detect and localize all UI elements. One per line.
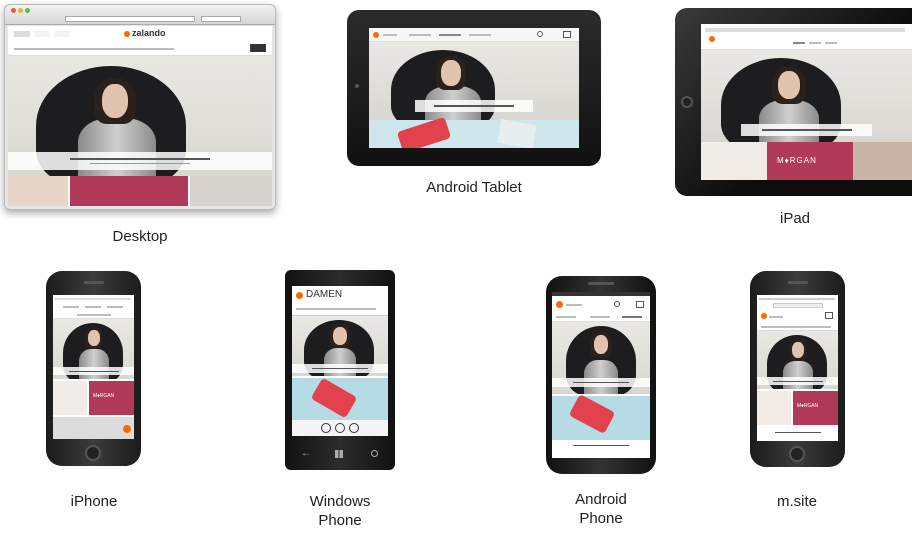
label-desktop: Desktop [112,228,168,245]
site-header [369,28,579,42]
windows-phone-device: DAMEN ← [285,270,395,470]
android-tablet-device [347,10,601,166]
back-arrow-icon[interactable]: ← [301,448,311,459]
label-msite: m.site [776,493,817,510]
promo-tile[interactable] [190,176,272,206]
search-icon[interactable] [537,31,543,37]
hero-image [8,56,272,176]
orange-dot-logo-icon [709,36,715,42]
camera-dot [355,84,359,88]
iphone-device: M♦RGAN [46,271,141,466]
desktop-device: zalando [4,4,276,210]
home-button-icon[interactable] [681,96,693,108]
android-phone-screen [552,292,650,458]
promo-tile[interactable] [853,142,912,180]
promo-tile[interactable]: M♦RGAN [767,142,853,180]
orange-dot-logo-icon [124,31,130,37]
msite-screen: M♦RGAN [757,295,838,441]
orange-dot-logo-icon [296,292,303,299]
browser-toolbar [5,5,275,25]
cart-icon[interactable] [636,301,644,308]
home-button-icon[interactable] [789,446,805,462]
orange-dot-logo-icon [123,425,131,433]
orange-dot-logo-icon [556,301,563,308]
hero-banner[interactable] [741,124,872,136]
label-android-tablet: Android Tablet [426,179,522,196]
label-android-phone-line1: Android [575,491,627,508]
app-bar-icon[interactable] [335,423,345,433]
address-bar[interactable] [65,16,195,22]
promo-tile[interactable] [70,176,188,206]
label-android-phone-line2: Phone [579,510,623,527]
android-tablet-screen [369,28,579,148]
label-ipad: iPad [779,210,811,227]
window-minimize-icon[interactable] [18,8,23,13]
promo-tile[interactable] [701,142,767,180]
search-button[interactable] [250,44,266,52]
hero-banner[interactable] [8,152,272,170]
iphone-screen: M♦RGAN [53,295,134,439]
orange-dot-logo-icon [373,32,379,38]
home-button-icon[interactable] [85,445,101,461]
cart-icon[interactable] [825,312,833,319]
promo-tile[interactable] [8,176,68,206]
windows-phone-screen: DAMEN [292,286,388,436]
speaker-slot [84,281,104,284]
ipad-screen: M♦RGAN [701,24,912,180]
speaker-slot [588,282,614,285]
windows-logo-icon[interactable] [335,450,343,458]
address-bar[interactable] [773,303,823,308]
app-bar-icon[interactable] [321,423,331,433]
window-close-icon[interactable] [11,8,16,13]
orange-dot-logo-icon [761,313,767,319]
label-iphone: iPhone [70,493,118,510]
face-shape [102,84,128,118]
window-maximize-icon[interactable] [25,8,30,13]
speaker-slot [788,281,808,284]
search-bar[interactable] [201,16,241,22]
header-title: DAMEN [306,289,343,300]
nav-tab[interactable] [34,31,50,37]
promo-brand-text: M♦RGAN [797,403,819,409]
site-header [701,24,912,50]
label-windows-phone-line2: Phone [318,512,362,529]
msite-device: M♦RGAN [750,271,845,467]
ipad-device: M♦RGAN [675,8,912,196]
promo-brand-text: M♦RGAN [777,156,817,165]
site-header: zalando [8,26,272,56]
desktop-screen: zalando [8,26,272,206]
nav-tab[interactable] [14,31,30,37]
label-android-phone: Android Phone [551,490,651,528]
promo-brand-text: M♦RGAN [93,393,115,399]
cart-icon[interactable] [563,31,571,38]
hero-image [369,42,579,120]
promo-tile[interactable] [497,119,537,148]
label-windows-phone: Windows Phone [280,492,400,530]
hero-banner[interactable] [415,100,533,112]
hero-image [701,50,912,142]
label-windows-phone-line1: Windows [309,493,371,510]
nav-category[interactable] [14,48,174,50]
search-icon[interactable] [614,301,620,307]
app-bar-icon[interactable] [349,423,359,433]
nav-tab[interactable] [54,31,70,37]
android-phone-device [546,276,656,474]
search-icon[interactable] [371,450,378,457]
brand-logo[interactable]: zalando [132,28,166,38]
